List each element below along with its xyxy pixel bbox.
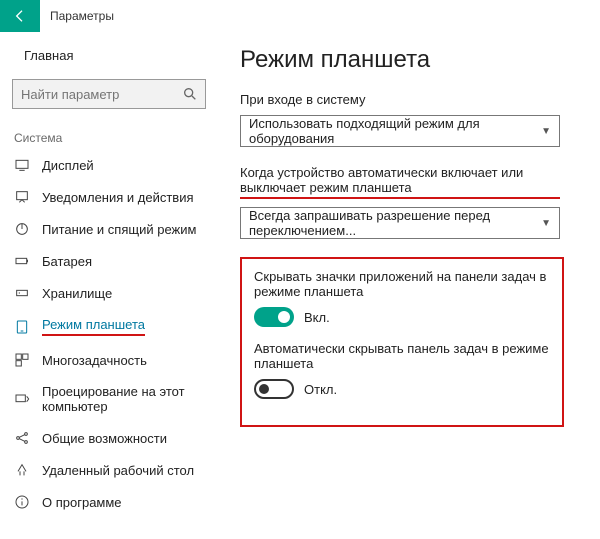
sidebar-item-label: Хранилище bbox=[42, 286, 112, 301]
signin-dropdown[interactable]: Использовать подходящий режим для оборуд… bbox=[240, 115, 560, 147]
autohide-toggle-row: Откл. bbox=[254, 379, 550, 399]
tablet-icon bbox=[14, 319, 30, 335]
autohide-toggle[interactable] bbox=[254, 379, 294, 399]
projecting-icon bbox=[14, 391, 30, 407]
sidebar-item-label: Удаленный рабочий стол bbox=[42, 463, 194, 478]
search-wrap bbox=[0, 71, 218, 121]
page-title: Режим планшета bbox=[240, 46, 580, 74]
search-input[interactable] bbox=[12, 79, 206, 109]
sidebar-section-label: Система bbox=[0, 121, 218, 149]
sidebar-item-label: Общие возможности bbox=[42, 431, 167, 446]
hide-icons-state: Вкл. bbox=[304, 310, 330, 325]
auto-switch-dropdown-value: Всегда запрашивать разрешение перед пере… bbox=[249, 208, 541, 238]
signin-label: При входе в систему bbox=[240, 92, 580, 107]
signin-dropdown-value: Использовать подходящий режим для оборуд… bbox=[249, 116, 541, 146]
remote-desktop-icon bbox=[14, 462, 30, 478]
sidebar-nav: Дисплей Уведомления и действия Питание и… bbox=[0, 149, 218, 518]
sidebar-item-notifications[interactable]: Уведомления и действия bbox=[0, 181, 218, 213]
arrow-left-icon bbox=[12, 8, 28, 24]
sidebar-item-battery[interactable]: Батарея bbox=[0, 245, 218, 277]
hide-icons-label: Скрывать значки приложений на панели зад… bbox=[254, 269, 550, 299]
multitasking-icon bbox=[14, 352, 30, 368]
sidebar-item-label: Режим планшета bbox=[42, 317, 145, 336]
sidebar-item-shared[interactable]: Общие возможности bbox=[0, 422, 218, 454]
sidebar-item-storage[interactable]: Хранилище bbox=[0, 277, 218, 309]
sidebar-item-display[interactable]: Дисплей bbox=[0, 149, 218, 181]
sidebar-item-remote-desktop[interactable]: Удаленный рабочий стол bbox=[0, 454, 218, 486]
shared-icon bbox=[14, 430, 30, 446]
back-button[interactable] bbox=[0, 0, 40, 32]
app-title: Параметры bbox=[40, 0, 114, 32]
home-link[interactable]: Главная bbox=[0, 40, 218, 71]
home-label: Главная bbox=[24, 48, 73, 63]
sidebar-item-label: Дисплей bbox=[42, 158, 94, 173]
chevron-down-icon: ▼ bbox=[541, 126, 551, 137]
sidebar-item-label: Многозадачность bbox=[42, 353, 147, 368]
auto-switch-dropdown[interactable]: Всегда запрашивать разрешение перед пере… bbox=[240, 207, 560, 239]
sidebar-item-power[interactable]: Питание и спящий режим bbox=[0, 213, 218, 245]
sidebar-item-tablet-mode[interactable]: Режим планшета bbox=[0, 309, 218, 344]
titlebar: Параметры bbox=[0, 0, 600, 32]
highlighted-options: Скрывать значки приложений на панели зад… bbox=[240, 257, 564, 427]
sidebar-item-projecting[interactable]: Проецирование на этот компьютер bbox=[0, 376, 218, 422]
battery-icon bbox=[14, 253, 30, 269]
storage-icon bbox=[14, 285, 30, 301]
sidebar-item-label: Питание и спящий режим bbox=[42, 222, 196, 237]
display-icon bbox=[14, 157, 30, 173]
sidebar: Главная Система Дисплей Уведом bbox=[0, 32, 218, 539]
hide-icons-toggle-row: Вкл. bbox=[254, 307, 550, 327]
sidebar-item-label: Уведомления и действия bbox=[42, 190, 194, 205]
sidebar-item-about[interactable]: О программе bbox=[0, 486, 218, 518]
sidebar-item-multitasking[interactable]: Многозадачность bbox=[0, 344, 218, 376]
info-icon bbox=[14, 494, 30, 510]
sidebar-item-label: Батарея bbox=[42, 254, 92, 269]
autohide-label: Автоматически скрывать панель задач в ре… bbox=[254, 341, 550, 371]
sidebar-item-label: Проецирование на этот компьютер bbox=[42, 384, 204, 414]
hide-icons-toggle[interactable] bbox=[254, 307, 294, 327]
sidebar-item-label: О программе bbox=[42, 495, 122, 510]
notifications-icon bbox=[14, 189, 30, 205]
settings-window: Параметры Главная Система bbox=[0, 0, 600, 539]
autohide-state: Откл. bbox=[304, 382, 337, 397]
content: Режим планшета При входе в систему Испол… bbox=[218, 32, 600, 539]
power-icon bbox=[14, 221, 30, 237]
chevron-down-icon: ▼ bbox=[541, 218, 551, 229]
auto-switch-label: Когда устройство автоматически включает … bbox=[240, 165, 560, 199]
body: Главная Система Дисплей Уведом bbox=[0, 32, 600, 539]
search-icon bbox=[182, 86, 198, 105]
